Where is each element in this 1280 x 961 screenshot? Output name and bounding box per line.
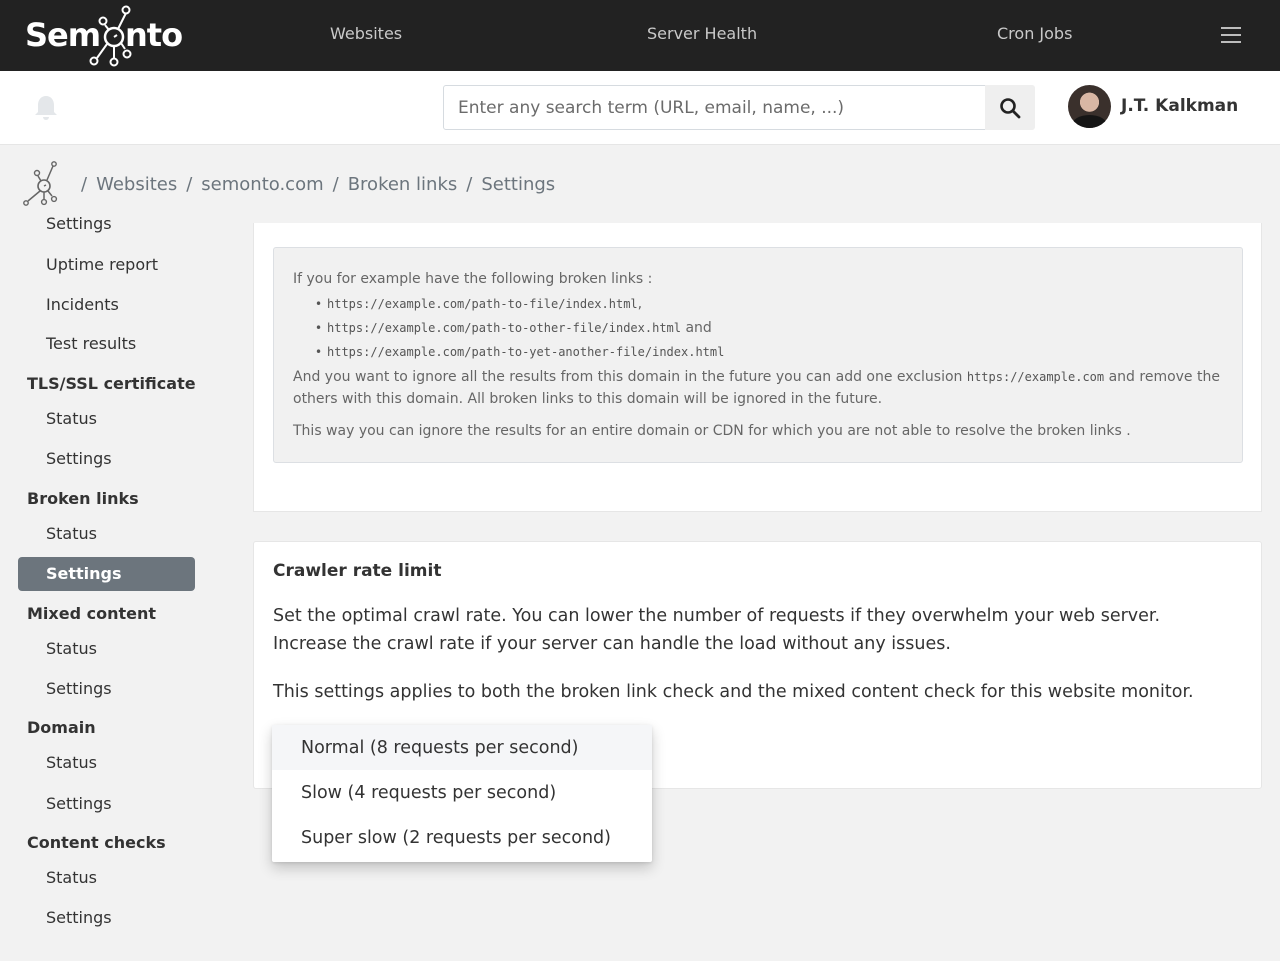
svg-text:Sem: Sem	[25, 16, 100, 54]
exclusion-example-code: https://example.com	[966, 370, 1105, 384]
sidebar-group-mixed-content: Mixed content	[27, 604, 157, 623]
sidebar: Settings Uptime report Incidents Test re…	[0, 213, 240, 961]
breadcrumb-separator: /	[332, 173, 339, 195]
crawl-rate-option-normal[interactable]: Normal (8 requests per second)	[272, 725, 652, 770]
nav-server-health[interactable]: Server Health	[647, 24, 757, 43]
breadcrumb-separator: /	[81, 173, 88, 195]
sidebar-group-domain: Domain	[27, 718, 96, 737]
sidebar-item-uptime-settings[interactable]: Settings	[46, 214, 112, 233]
breadcrumb-broken-links[interactable]: Broken links	[348, 174, 458, 195]
semonto-home-icon[interactable]	[22, 160, 62, 208]
search-bar	[443, 85, 1035, 130]
breadcrumb-current: Settings	[481, 173, 556, 195]
user-avatar[interactable]	[1068, 85, 1111, 128]
sidebar-item-incidents[interactable]: Incidents	[46, 295, 119, 314]
svg-text:nto: nto	[125, 16, 182, 54]
sidebar-item-content-checks-settings[interactable]: Settings	[46, 908, 112, 927]
bell-icon[interactable]	[34, 94, 58, 122]
avatar-shirt	[1072, 115, 1107, 128]
sidebar-item-domain-settings[interactable]: Settings	[46, 794, 112, 813]
search-icon	[1000, 97, 1021, 118]
sidebar-item-domain-status[interactable]: Status	[46, 753, 97, 772]
example-links-list: https://example.com/path-to-file/index.h…	[315, 292, 1223, 364]
semonto-logo[interactable]: Semonto Sem nto	[25, 5, 185, 67]
info-paragraph: And you want to ignore all the results f…	[293, 369, 1220, 407]
sidebar-item-label: Settings	[46, 564, 122, 583]
sidebar-item-tls-settings[interactable]: Settings	[46, 449, 112, 468]
nav-websites[interactable]: Websites	[330, 24, 402, 43]
crawler-rate-title: Crawler rate limit	[273, 561, 442, 581]
sidebar-group-broken-links: Broken links	[27, 489, 139, 508]
sidebar-item-broken-links-settings[interactable]: Settings	[18, 557, 195, 591]
sidebar-item-test-results[interactable]: Test results	[46, 334, 136, 353]
crawl-rate-option-super-slow[interactable]: Super slow (2 requests per second)	[272, 815, 652, 860]
sidebar-group-tls: TLS/SSL certificate	[27, 374, 196, 393]
sidebar-item-uptime-report[interactable]: Uptime report	[46, 255, 158, 274]
sidebar-item-tls-status[interactable]: Status	[46, 409, 97, 428]
example-link: https://example.com/path-to-other-file/i…	[315, 316, 1223, 340]
info-paragraph: This way you can ignore the results for …	[293, 423, 1131, 439]
crawl-rate-dropdown: Normal (8 requests per second) Slow (4 r…	[272, 725, 652, 862]
search-input[interactable]	[443, 85, 986, 130]
crawler-rate-description: Set the optimal crawl rate. You can lowe…	[273, 606, 1161, 654]
sidebar-item-mixed-content-status[interactable]: Status	[46, 639, 97, 658]
breadcrumb: / Websites / semonto.com / Broken links …	[22, 160, 555, 208]
example-link: https://example.com/path-to-yet-another-…	[315, 340, 1223, 364]
info-intro: If you for example have the following br…	[293, 271, 653, 287]
search-button[interactable]	[985, 85, 1035, 130]
example-link: https://example.com/path-to-file/index.h…	[315, 292, 1223, 316]
user-name[interactable]: J.T. Kalkman	[1121, 96, 1238, 116]
sidebar-item-broken-links-status[interactable]: Status	[46, 524, 97, 543]
breadcrumb-website[interactable]: semonto.com	[201, 174, 323, 195]
breadcrumb-separator: /	[466, 173, 473, 195]
crawler-rate-note: This settings applies to both the broken…	[273, 682, 1194, 702]
breadcrumb-items: / Websites / semonto.com / Broken links …	[72, 174, 555, 195]
breadcrumb-separator: /	[186, 173, 193, 195]
sidebar-group-content-checks: Content checks	[27, 833, 166, 852]
sidebar-item-content-checks-status[interactable]: Status	[46, 868, 97, 887]
crawl-rate-option-slow[interactable]: Slow (4 requests per second)	[272, 770, 652, 815]
top-navbar: Semonto Sem nto Websites Server Health C…	[0, 0, 1280, 71]
hamburger-icon[interactable]	[1221, 27, 1241, 43]
exclusion-info-box: If you for example have the following br…	[273, 247, 1243, 463]
header-bar: J.T. Kalkman	[0, 71, 1280, 145]
breadcrumb-websites[interactable]: Websites	[96, 174, 177, 195]
nav-cron-jobs[interactable]: Cron Jobs	[997, 24, 1072, 43]
sidebar-item-mixed-content-settings[interactable]: Settings	[46, 679, 112, 698]
logo-icon: Sem nto	[25, 5, 183, 67]
exclusions-card: If you for example have the following br…	[253, 223, 1262, 512]
